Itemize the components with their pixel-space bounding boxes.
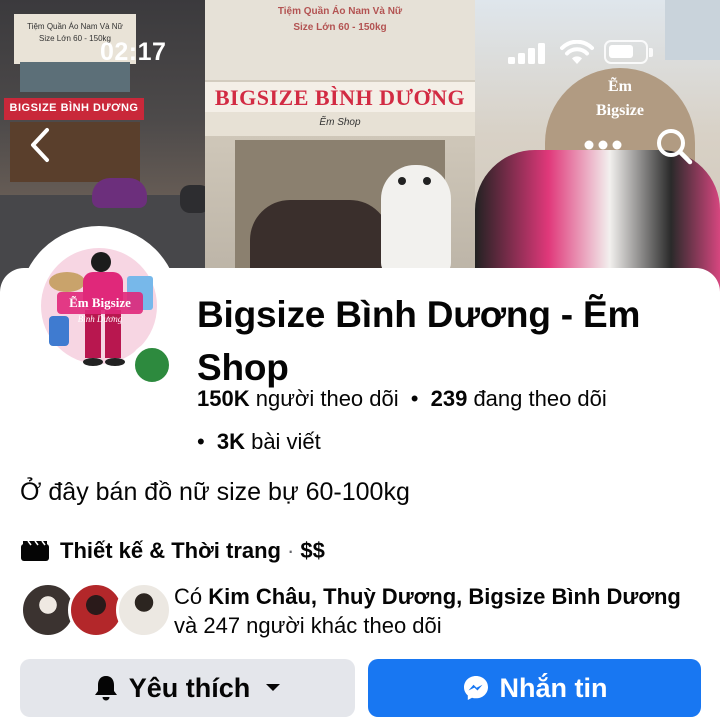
following-label[interactable]: đang theo dõi <box>473 386 606 411</box>
more-icon <box>584 140 622 150</box>
price-range: $$ <box>300 538 325 563</box>
caret-down-icon <box>266 684 281 691</box>
motorbike <box>180 185 205 213</box>
message-button-label: Nhắn tin <box>499 672 608 703</box>
following-count[interactable]: 239 <box>431 386 468 411</box>
separator: • <box>410 386 419 411</box>
logo-text-line2: Bình Dương <box>78 314 123 324</box>
like-button-label: Yêu thích <box>128 672 251 703</box>
more-options-button[interactable] <box>580 128 626 162</box>
mutual-followers-text[interactable]: Có Kim Châu, Thuỳ Dương, Bigsize Bình Dư… <box>174 582 694 640</box>
facade-text: Tiệm Quần Áo Nam Và Nữ <box>277 6 403 17</box>
polar-bear-mascot <box>381 165 451 275</box>
search-button[interactable] <box>650 122 698 170</box>
mutual-followers-avatars[interactable] <box>20 582 172 638</box>
message-button[interactable]: Nhắn tin <box>368 659 701 717</box>
page-bio: Ở đây bán đồ nữ size bự 60-100kg <box>20 478 410 506</box>
mutual-prefix: Có <box>174 584 203 609</box>
page-category[interactable]: Thiết kế & Thời trang · $$ <box>20 537 325 565</box>
category-separator: · <box>287 538 295 563</box>
motorbike <box>92 178 147 208</box>
messenger-icon <box>463 676 488 700</box>
arch-sign-line1: Ẽm <box>608 78 632 95</box>
back-icon <box>31 128 49 162</box>
avatar[interactable] <box>116 582 172 638</box>
wifi-icon <box>560 40 594 64</box>
followers-count[interactable]: 150K <box>197 386 250 411</box>
battery-icon <box>604 40 653 64</box>
signal-icon <box>508 42 548 64</box>
group-people <box>250 200 390 270</box>
arch-sign-line2: Bigsize <box>596 102 644 119</box>
storefront-text: Tiệm Quần Áo Nam Và Nữ <box>27 22 123 31</box>
status-icons <box>508 38 658 68</box>
category-label: Thiết kế & Thời trang <box>60 538 281 563</box>
storefront-sign: BIGSIZE BÌNH DƯƠNG <box>4 98 144 120</box>
mutual-names: Kim Châu, Thuỳ Dương, Bigsize Bình Dương <box>208 584 681 609</box>
logo-text-line1: Ẽm Bigsize <box>69 295 131 310</box>
page-title: Bigsize Bình Dương - Ẽm Shop <box>197 294 641 388</box>
shop-sign: BIGSIZE BÌNH DƯƠNG <box>205 82 475 112</box>
shop-subsign: Ẽm Shop <box>205 112 475 136</box>
shop-facade: Tiệm Quần Áo Nam Và Nữ Size Lớn 60 - 150… <box>205 0 475 80</box>
search-icon <box>657 129 693 165</box>
online-status-indicator <box>130 343 174 387</box>
facade-size-text: Size Lớn 60 - 150kg <box>293 22 387 33</box>
posts-count: 3K <box>216 429 245 454</box>
bell-icon <box>94 676 117 701</box>
stats-line-2: • 3K bài viết <box>197 429 321 455</box>
like-button[interactable]: Yêu thích <box>20 659 355 717</box>
status-time: 02:17 <box>100 38 167 66</box>
back-button[interactable] <box>22 125 58 165</box>
stats-line-1: 150K người theo dõi • 239 đang theo dõi <box>197 386 607 412</box>
followers-label[interactable]: người theo dõi <box>256 386 399 411</box>
building-window <box>665 0 720 60</box>
mutual-suffix: và 247 người khác theo dõi <box>174 613 442 638</box>
posts-label: bài viết <box>251 429 321 454</box>
category-icon <box>21 540 49 561</box>
cover-panel-shop-front: Tiệm Quần Áo Nam Và Nữ Size Lớn 60 - 150… <box>205 0 475 300</box>
separator: • <box>197 429 205 454</box>
